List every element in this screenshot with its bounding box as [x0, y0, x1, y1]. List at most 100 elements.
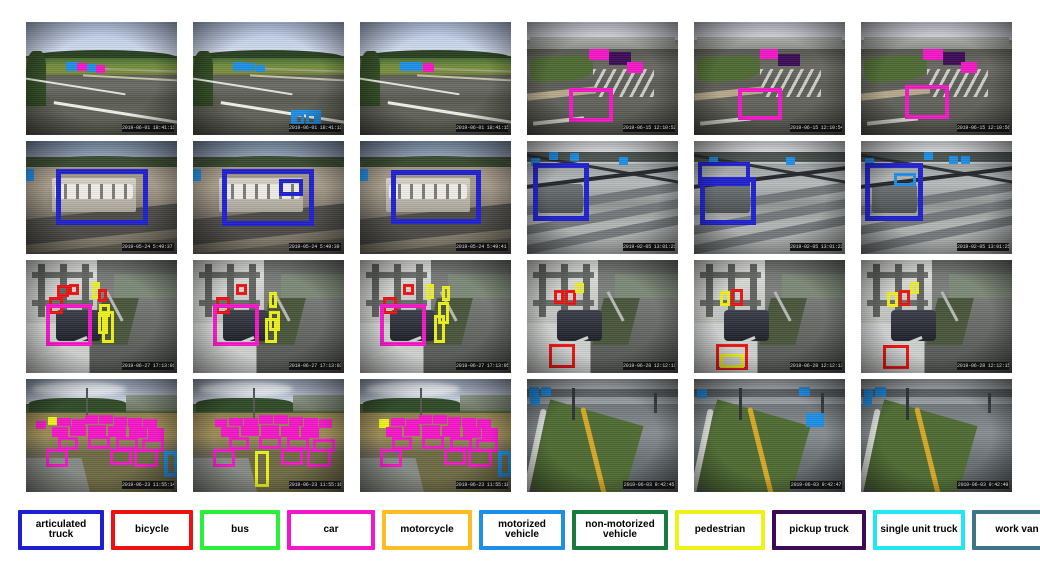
- detection-frame-r3c2: 2019-06-27 17:13:03: [193, 260, 344, 373]
- bbox-r4c2-18: [281, 449, 303, 465]
- bbox-r4c1-12: [108, 426, 126, 437]
- detection-frame-r3c3: 2019-06-27 17:13:05: [360, 260, 511, 373]
- legend-pedestrian-swatch-inner: pedestrian: [679, 514, 761, 546]
- bbox-r4c2-1: [229, 418, 243, 426]
- legend-motorized-vehicle-swatch-inner: motorized vehicle: [483, 514, 561, 546]
- bbox-r3c5-3: [720, 354, 744, 368]
- bbox-r1c6-3: [905, 85, 949, 119]
- legend-car-swatch-inner: car: [291, 514, 371, 546]
- bbox-r2c6-5: [894, 173, 916, 186]
- timestamp-overlay-r4c4: 2019-06-03 9:42:45: [623, 481, 675, 489]
- bbox-r1c4-0: [589, 49, 609, 60]
- legend-work-van-swatch-inner: work van: [976, 514, 1040, 546]
- detection-frame-r3c6: 2019-06-28 12:12:15: [861, 260, 1012, 373]
- bbox-r4c2-19: [307, 449, 331, 467]
- bbox-r2c4-1: [549, 152, 558, 160]
- timestamp-overlay-r1c1: 2019-06-01 18:41:11: [122, 124, 174, 132]
- legend-bicycle[interactable]: bicycle: [111, 510, 193, 550]
- bbox-r4c3-19: [444, 449, 466, 465]
- legend-motorized-vehicle[interactable]: motorized vehicle: [479, 510, 565, 550]
- legend-single-unit-truck[interactable]: single unit truck: [873, 510, 965, 550]
- detection-frame-r4c1: 2019-06-23 11:55:14: [26, 379, 177, 492]
- detection-frame-r1c5: 2019-06-15 12:10:54: [694, 22, 845, 135]
- bbox-r1c1-2: [87, 64, 96, 72]
- bbox-r3c3-1: [403, 284, 414, 295]
- legend-articulated-truck[interactable]: articulated truck: [18, 510, 104, 550]
- bbox-r2c6-4: [865, 163, 923, 221]
- bbox-r4c2-4: [274, 415, 288, 424]
- legend-pedestrian-label: pedestrian: [694, 523, 746, 535]
- bbox-r2c4-2: [570, 153, 579, 161]
- bbox-r3c3-2: [380, 304, 426, 346]
- timestamp-overlay-r2c1: 2019-05-24 5:49:37 AM: [122, 243, 174, 251]
- timestamp-overlay-r3c2: 2019-06-27 17:13:03: [289, 362, 341, 370]
- bbox-r3c3-4: [442, 286, 450, 301]
- bbox-r4c2-6: [304, 418, 318, 427]
- bbox-r2c1-0: [26, 169, 34, 181]
- legend-pickup-truck-label: pickup truck: [789, 523, 849, 535]
- detection-frame-r1c4: 2019-06-15 12:10:52: [527, 22, 678, 135]
- detection-frame-r2c1: 2019-05-24 5:49:37 AM: [26, 141, 177, 254]
- bbox-r1c2-0: [233, 62, 244, 71]
- bbox-r4c3-13: [482, 428, 498, 439]
- bbox-r4c2-5: [289, 417, 303, 426]
- bbox-r4c3-21: [498, 451, 511, 477]
- legend-pedestrian[interactable]: pedestrian: [675, 510, 765, 550]
- bbox-r4c4-2: [530, 396, 540, 405]
- bbox-r4c1-0: [36, 421, 46, 429]
- timestamp-overlay-r3c1: 2019-06-27 17:13:01: [122, 362, 174, 370]
- bbox-r3c4-0: [554, 290, 564, 304]
- bbox-r3c1-2: [69, 284, 79, 295]
- detection-frame-r1c2: 2019-06-01 18:41:13: [193, 22, 344, 135]
- bbox-r1c3-1: [423, 63, 434, 72]
- bbox-r4c3-20: [468, 449, 492, 467]
- bbox-r1c3-0: [400, 62, 422, 71]
- bbox-r1c5-0: [760, 49, 778, 59]
- legend-non-motorized-vehicle[interactable]: non-motorized vehicle: [572, 510, 668, 550]
- bbox-r1c4-3: [569, 88, 613, 122]
- bbox-r4c5-1: [799, 387, 810, 396]
- bbox-r3c5-0: [720, 291, 730, 306]
- bbox-r4c1-20: [110, 449, 132, 465]
- bbox-r4c3-1: [391, 418, 405, 426]
- timestamp-overlay-r2c4: 2019-02-05 13:01:21: [623, 243, 675, 251]
- bbox-r4c1-21: [134, 449, 158, 467]
- bbox-r1c4-2: [627, 62, 643, 73]
- legend-single-unit-truck-label: single unit truck: [880, 523, 958, 535]
- bbox-r2c4-3: [619, 157, 628, 165]
- bbox-r4c4-1: [541, 387, 551, 396]
- legend-pickup-truck[interactable]: pickup truck: [772, 510, 866, 550]
- legend-articulated-truck-swatch-inner: articulated truck: [22, 514, 100, 546]
- bbox-r3c2-3: [269, 292, 277, 308]
- detection-frame-r4c2: 2019-06-23 11:55:16: [193, 379, 344, 492]
- legend-car[interactable]: car: [287, 510, 375, 550]
- bbox-r3c4-3: [549, 344, 575, 368]
- timestamp-overlay-r2c2: 2019-05-24 5:49:39 AM: [289, 243, 341, 251]
- bbox-r2c3-0: [360, 169, 368, 181]
- bbox-r4c1-6: [114, 417, 127, 426]
- timestamp-overlay-r2c6: 2019-02-05 13:01:25: [957, 243, 1009, 251]
- legend-bus[interactable]: bus: [200, 510, 280, 550]
- legend-work-van[interactable]: work van: [972, 510, 1040, 550]
- legend-motorcycle[interactable]: motorcycle: [382, 510, 472, 550]
- timestamp-overlay-r3c4: 2019-06-28 12:12:11: [623, 362, 675, 370]
- bbox-r3c6-0: [887, 292, 898, 307]
- detection-frame-r2c6: 2019-02-05 13:01:25: [861, 141, 1012, 254]
- timestamp-overlay-r4c6: 2019-06-03 9:42:49: [957, 481, 1009, 489]
- detection-frame-r2c4: 2019-02-05 13:01:21: [527, 141, 678, 254]
- bbox-r4c1-7: [128, 418, 142, 427]
- bbox-r4c2-7: [319, 419, 332, 428]
- bbox-r4c1-4: [85, 415, 98, 424]
- bbox-r4c3-15: [422, 436, 444, 449]
- timestamp-overlay-r3c5: 2019-06-28 12:12:13: [790, 362, 842, 370]
- bbox-r4c1-2: [57, 418, 71, 426]
- bbox-r4c5-0: [697, 389, 707, 398]
- bbox-r4c5-2: [806, 413, 824, 427]
- detection-frame-r1c3: 2019-06-01 18:41:15: [360, 22, 511, 135]
- bbox-r3c4-2: [575, 283, 584, 293]
- legend-pickup-truck-swatch-inner: pickup truck: [776, 514, 862, 546]
- detection-frame-r4c4: 2019-06-03 9:42:45: [527, 379, 678, 492]
- bbox-r4c3-11: [442, 426, 460, 437]
- bbox-r1c5-1: [778, 54, 800, 66]
- bbox-r3c5-1: [731, 289, 743, 306]
